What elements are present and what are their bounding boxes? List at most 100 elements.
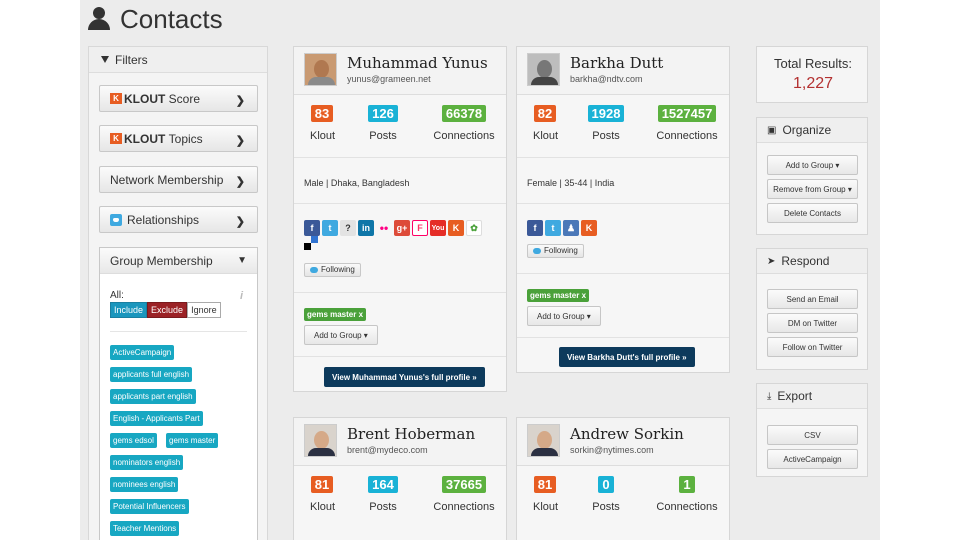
group-membership-panel: Group Membership ▼ All: i Include Exclud…	[99, 247, 258, 540]
contact-email: sorkin@nytimes.com	[570, 445, 654, 455]
send-icon: ➤	[767, 255, 776, 267]
myspace-icon[interactable]: ♟	[563, 220, 579, 236]
contact-card: Andrew Sorkin sorkin@nytimes.com 81 Klout…	[516, 417, 730, 540]
posts-label: Posts	[369, 130, 397, 142]
page-title: Contacts	[120, 3, 223, 34]
network-membership-label: Network Membership	[110, 172, 224, 187]
info-icon[interactable]: i	[240, 290, 243, 302]
following-button[interactable]: Following	[304, 263, 361, 277]
delete-contacts-button[interactable]: Delete Contacts	[767, 203, 858, 223]
group-tag[interactable]: applicants part english	[110, 389, 196, 404]
group-tag[interactable]: gems master x	[527, 289, 590, 302]
foursquare-icon[interactable]: F	[412, 220, 428, 236]
group-tag[interactable]: English - Applicants Part	[110, 411, 203, 426]
chevron-right-icon: ❯	[235, 176, 245, 188]
group-tag[interactable]: nominators english	[110, 455, 184, 470]
group-tag[interactable]: Potential Influencers	[110, 499, 189, 514]
group-tag[interactable]: applicants full english	[110, 367, 193, 382]
network-membership-filter[interactable]: Network Membership ❯	[99, 166, 258, 193]
twitter-icon[interactable]: t	[545, 220, 561, 236]
divider	[294, 203, 506, 204]
klout-topics-filter[interactable]: K KLOUT Topics ❯	[99, 125, 258, 152]
add-to-group-button[interactable]: Add to Group ▾	[767, 155, 858, 175]
klout-brand: KLOUT	[124, 131, 166, 146]
picasa-icon[interactable]: ✿	[466, 220, 482, 236]
klout-label: Klout	[310, 130, 336, 142]
klout-icon[interactable]: K	[581, 220, 597, 236]
posts-stat: 0 Posts	[589, 476, 623, 513]
delicious-icon[interactable]	[304, 236, 320, 255]
divider	[294, 292, 506, 293]
linkedin-icon[interactable]: in	[358, 220, 374, 236]
ignore-option[interactable]: Ignore	[187, 302, 221, 318]
chevron-down-icon: ▼	[237, 255, 247, 266]
export-title: Export	[777, 389, 813, 403]
group-tag[interactable]: ActiveCampaign	[110, 345, 175, 360]
include-option[interactable]: Include	[110, 302, 148, 318]
group-tag[interactable]: Teacher Mentions	[110, 521, 180, 536]
view-profile-button[interactable]: View Muhammad Yunus's full profile »	[324, 367, 485, 387]
export-activecampaign-button[interactable]: ActiveCampaign	[767, 449, 858, 469]
divider	[294, 356, 506, 357]
divider	[517, 337, 729, 338]
help-icon[interactable]: ?	[340, 220, 356, 236]
send-email-button[interactable]: Send an Email	[767, 289, 858, 309]
facebook-icon[interactable]: f	[304, 220, 320, 236]
avatar[interactable]	[527, 424, 560, 457]
klout-icon[interactable]: K	[448, 220, 464, 236]
contact-name[interactable]: Muhammad Yunus	[347, 54, 488, 72]
avatar[interactable]	[527, 53, 560, 86]
add-to-group-button[interactable]: Add to Group ▾	[527, 306, 601, 326]
posts-stat: 126 Posts	[366, 105, 400, 142]
group-membership-title: Group Membership	[110, 253, 213, 268]
following-button[interactable]: Following	[527, 244, 584, 258]
posts-label: Posts	[592, 130, 620, 142]
exclude-option[interactable]: Exclude	[147, 302, 188, 318]
youtube-icon[interactable]: You	[430, 220, 446, 236]
filter-icon	[101, 56, 109, 63]
group-tag[interactable]: gems master	[166, 433, 219, 448]
contact-name[interactable]: Andrew Sorkin	[570, 425, 684, 443]
total-results-label: Total Results:	[773, 56, 853, 71]
twitter-icon	[110, 213, 122, 226]
divider	[517, 157, 729, 158]
klout-score-filter[interactable]: K KLOUT Score ❯	[99, 85, 258, 112]
organize-title: Organize	[782, 123, 832, 137]
connections-count: 1	[679, 476, 695, 493]
dm-twitter-button[interactable]: DM on Twitter	[767, 313, 858, 333]
contact-card-header: Muhammad Yunus yunus@grameen.net	[294, 47, 506, 95]
flickr-icon[interactable]: ••	[376, 220, 392, 236]
twitter-icon	[533, 248, 541, 254]
group-tag[interactable]: gems edsol	[110, 433, 157, 448]
avatar[interactable]	[304, 424, 337, 457]
google-plus-icon[interactable]: g+	[394, 220, 410, 236]
inbox-icon: ▣	[767, 124, 777, 136]
contact-demographics: Female | 35-44 | India	[527, 178, 615, 188]
facebook-icon[interactable]: f	[527, 220, 543, 236]
group-membership-header[interactable]: Group Membership ▼	[100, 248, 257, 274]
contact-email: yunus@grameen.net	[347, 74, 431, 84]
add-to-group-button[interactable]: Add to Group ▾	[304, 325, 378, 345]
group-tag[interactable]: nominees english	[110, 477, 179, 492]
contacts-page: Contacts Filters K KLOUT Score ❯ K KLOUT…	[80, 0, 880, 540]
follow-twitter-button[interactable]: Follow on Twitter	[767, 337, 858, 357]
relationships-label: Relationships	[127, 212, 200, 227]
include-exclude-toggle: Include Exclude Ignore	[110, 302, 221, 318]
remove-from-group-button[interactable]: Remove from Group ▾	[767, 179, 858, 199]
divider	[517, 203, 729, 204]
all-label: All:	[110, 290, 124, 301]
klout-stat: 81 Klout	[310, 476, 335, 513]
twitter-icon[interactable]: t	[322, 220, 338, 236]
relationships-filter[interactable]: Relationships ❯	[99, 206, 258, 233]
avatar[interactable]	[304, 53, 337, 86]
user-icon	[88, 7, 110, 31]
posts-label: Posts	[592, 501, 620, 513]
respond-header: ➤ Respond	[757, 249, 867, 274]
posts-stat: 1928 Posts	[585, 105, 627, 142]
group-tag[interactable]: gems master x	[304, 308, 367, 321]
contact-name[interactable]: Barkha Dutt	[570, 54, 663, 72]
export-csv-button[interactable]: CSV	[767, 425, 858, 445]
contact-name[interactable]: Brent Hoberman	[347, 425, 475, 443]
respond-panel: ➤ Respond Send an Email DM on Twitter Fol…	[756, 248, 868, 370]
view-profile-button[interactable]: View Barkha Dutt's full profile »	[559, 347, 695, 367]
